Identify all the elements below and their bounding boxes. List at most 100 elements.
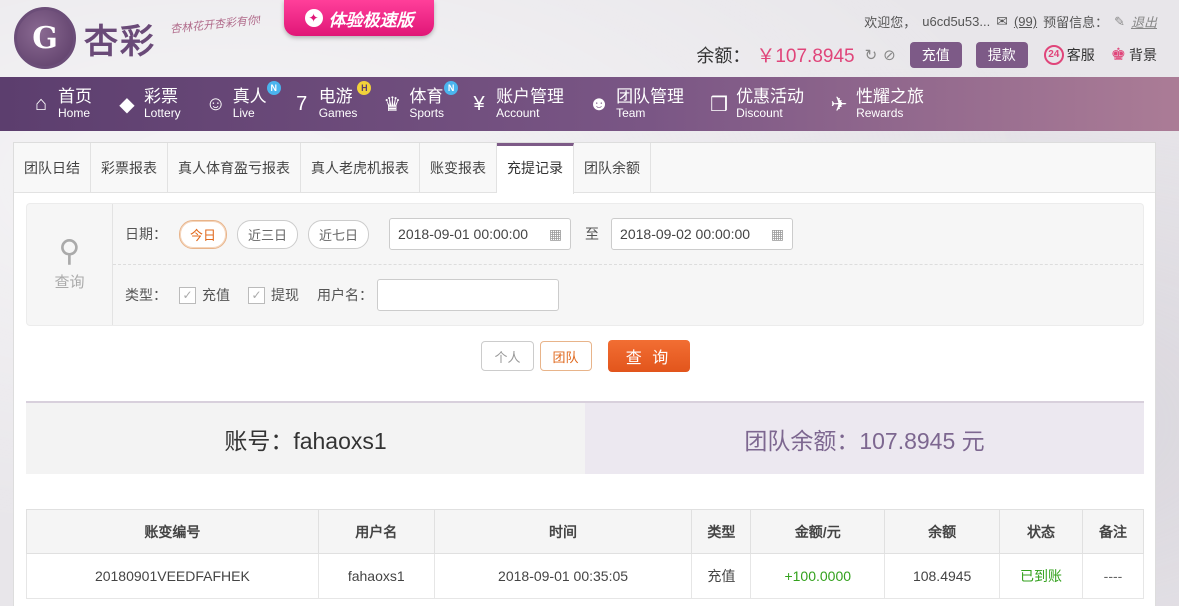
start-date-input[interactable]: 2018-09-01 00:00:00 ▦ [389,218,572,250]
tab-6[interactable]: 团队余额 [574,143,651,192]
range-7-days[interactable]: 近七日 [308,219,370,249]
nav-text: 性耀之旅 Rewards [856,87,925,120]
column-header: 时间 [433,509,693,554]
team-balance-summary: 团队余额：107.8945 元 [585,403,1144,474]
team-icon: ☻ [588,92,610,115]
user-info-bar: 欢迎您， u6cd5u53... ✉ (99) 预留信息： ✎ 退出 [864,12,1157,31]
tab-3[interactable]: 真人老虎机报表 [301,143,420,192]
nav-item-live[interactable]: ☺ 真人 Live N [203,81,281,120]
envelope-icon[interactable]: ✉ [996,13,1008,30]
nav-label-cn: 账户管理 [496,87,565,107]
rewards-icon: ✈ [830,93,848,116]
balance-value: ￥107.8945 [756,46,855,67]
nav-text: 团队管理 Team [616,87,684,120]
start-date-value: 2018-09-01 00:00:00 [398,226,529,242]
table-row: 20180901VEEDFAFHEK fahaoxs1 2018-09-01 00:… [26,553,1144,599]
nav-item-discount[interactable]: ❒ 优惠活动 Discount [706,87,805,120]
hide-eye-icon[interactable]: ⊘ [883,46,896,64]
nav-item-home[interactable]: ⌂ 首页 Home [28,87,92,120]
tab-1[interactable]: 彩票报表 [91,143,168,192]
type-withdraw-label: 提现 [271,287,299,303]
range-today[interactable]: 今日 [179,219,228,249]
site-logo[interactable]: G 杏彩 杏林花开杏彩有你! [14,6,264,70]
logout-link[interactable]: 退出 [1131,12,1157,31]
nav-label-cn: 首页 [58,87,92,107]
nav-label-en: Discount [736,105,783,120]
header: G 杏彩 杏林花开杏彩有你! ✦ 体验极速版 欢迎您， u6cd5u53... … [0,0,1179,77]
nav-label-cn: 优惠活动 [736,87,805,107]
nav-item-games[interactable]: 7 电游 Games H [289,81,372,120]
logo-text: 杏彩 [84,21,156,62]
withdraw-button[interactable]: 提款 [975,41,1028,68]
edit-icon[interactable]: ✎ [1114,14,1125,30]
lottery-icon: ◆ [119,93,135,116]
query-side: ⚲ 查询 [27,204,113,325]
logo-slogan: 杏林花开杏彩有你! [169,14,262,36]
query-side-label: 查询 [54,274,85,291]
nav-label-cn: 性耀之旅 [856,87,925,107]
type-label: 类型： [125,287,167,303]
column-header: 余额 [884,509,1001,554]
trophy-icon: ♛ [383,93,402,116]
reserve-info-label: 预留信息： [1043,15,1109,30]
fast-version-banner[interactable]: ✦ 体验极速版 [284,0,434,36]
type-deposit-checkbox[interactable]: ✓ 充值 [179,285,230,305]
table-cell: fahaoxs1 [317,553,435,599]
column-header: 账变编号 [26,509,319,554]
refresh-icon[interactable]: ↻ [865,46,878,64]
tab-2[interactable]: 真人体育盈亏报表 [168,143,301,192]
nav-text: 电游 Games [318,87,358,120]
nav-text: 首页 Home [58,87,92,120]
nav-label-en: Team [616,105,646,120]
nav-label-en: Account [496,105,540,120]
column-header: 类型 [691,509,752,554]
nav-badge: N [266,81,281,96]
nav-text: 体育 Sports [409,87,445,120]
checkbox-icon: ✓ [248,286,265,304]
main-nav: ⌂ 首页 Home ◆ 彩票 Lottery ☺ 真人 Live N 7 电游 Games H ♛ 体育 Spo… [0,77,1179,131]
table-cell: 已到账 [999,553,1083,599]
table-body: 20180901VEEDFAFHEK fahaoxs1 2018-09-01 00:… [26,553,1144,599]
end-date-input[interactable]: 2018-09-02 00:00:00 ▦ [611,218,794,250]
tab-4[interactable]: 账变报表 [420,143,497,192]
service-label: 客服 [1066,46,1095,63]
deposit-button[interactable]: 充值 [909,41,962,68]
nav-item-rewards[interactable]: ✈ 性耀之旅 Rewards [826,87,925,120]
report-tabs: 团队日结 彩票报表 真人体育盈亏报表 真人老虎机报表 账变报表 充提记录 团队余额 [14,143,1155,194]
tab-5[interactable]: 充提记录 [497,143,574,194]
checkbox-icon: ✓ [179,286,196,304]
end-date-value: 2018-09-02 00:00:00 [620,226,751,242]
type-withdraw-checkbox[interactable]: ✓ 提现 [248,285,299,305]
search-icon: ⚲ [58,235,81,268]
nav-label-cn: 真人 [232,87,267,107]
tab-0[interactable]: 团队日结 [14,143,91,192]
to-label: 至 [585,226,600,242]
personal-button[interactable]: 个人 [481,341,534,371]
nav-badge: N [444,81,459,96]
range-3-days[interactable]: 近三日 [237,219,299,249]
background-label: 背景 [1129,46,1157,63]
table-cell: 充值 [691,553,752,599]
nav-label-en: Sports [409,105,445,120]
table-cell: 2018-09-01 00:35:05 [433,553,693,599]
nav-label-en: Home [58,105,91,120]
nav-item-account[interactable]: ¥ 账户管理 Account [466,87,565,120]
calendar-icon: ▦ [548,225,563,242]
message-count-link[interactable]: (99) [1014,14,1037,29]
home-icon: ⌂ [34,92,48,115]
username-input[interactable] [377,279,559,311]
customer-service-link[interactable]: 24 客服 [1043,44,1095,65]
nav-label-en: Games [318,105,358,120]
team-button[interactable]: 团队 [539,341,592,371]
table-header-row: 账变编号 用户名 时间 类型 金额/元 余额 状态 备注 [26,509,1144,554]
gift-icon: ❒ [710,93,729,116]
nav-item-team[interactable]: ☻ 团队管理 Team [586,87,685,120]
background-switch-link[interactable]: ♚ 背景 [1111,45,1157,65]
nav-item-sports[interactable]: ♛ 体育 Sports N [379,81,459,120]
nav-item-lottery[interactable]: ◆ 彩票 Lottery [114,87,181,120]
column-header: 状态 [999,509,1083,554]
search-button[interactable]: 查 询 [607,340,690,372]
nav-label-cn: 体育 [409,87,444,107]
welcome-text: 欢迎您， [864,15,917,30]
nav-text: 彩票 Lottery [144,87,181,120]
